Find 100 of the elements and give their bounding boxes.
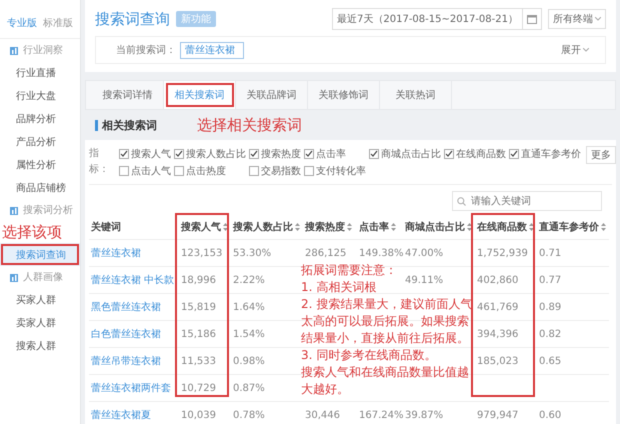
table-cell: 10,039: [179, 402, 231, 424]
sidebar-item[interactable]: 产品分析: [0, 130, 80, 153]
checkbox[interactable]: [369, 148, 379, 158]
column-header[interactable]: 搜索热度: [303, 215, 357, 240]
table-cell: 402,860: [475, 267, 537, 294]
sort-icon: [223, 223, 228, 231]
sidebar-item[interactable]: 行业大盘: [0, 84, 80, 107]
annotation-text: 选择相关搜索词: [197, 116, 302, 134]
annotation-line: 1. 高相关词根: [301, 279, 376, 296]
column-title: 在线商品数: [477, 220, 527, 234]
sort-icon: [529, 223, 534, 231]
table-cell: 0.65: [537, 348, 609, 375]
tab[interactable]: 关联修饰词: [308, 81, 380, 109]
keyword-link[interactable]: 白色蕾丝连衣裙: [89, 321, 179, 348]
query-label: 当前搜索词：: [116, 44, 176, 57]
keyword-link[interactable]: 蕾丝连衣裙: [89, 240, 179, 267]
table-cell: 0.78%: [231, 402, 303, 424]
checkbox[interactable]: [249, 166, 259, 176]
sidebar-item[interactable]: 搜索人群: [0, 334, 80, 357]
checkbox-label: 商城点击占比: [381, 148, 441, 160]
column-header[interactable]: 搜索人数占比: [231, 215, 303, 240]
table-cell: 0.60: [537, 402, 609, 424]
section-title: 搜索词分析: [23, 204, 73, 217]
chart-icon: [10, 272, 20, 282]
table-cell: 53.30%: [231, 240, 303, 267]
column-header[interactable]: 直通车参考价: [537, 215, 609, 240]
column-header[interactable]: 在线商品数: [475, 215, 537, 240]
checkbox[interactable]: [249, 148, 259, 158]
sidebar-item[interactable]: 品牌分析: [0, 107, 80, 130]
edition-tab[interactable]: 专业版: [7, 16, 37, 30]
keyword-link[interactable]: 蕾丝吊带连衣裙: [89, 348, 179, 375]
section-title: 相关搜索词: [95, 120, 157, 130]
chart-icon: [10, 206, 20, 214]
annotation-line: 结果量小，直接从前往后拓展。: [301, 330, 469, 347]
column-title: 商城点击占比: [405, 220, 465, 234]
date-range-text: 最近7天（2017-08-15~2017-08-21）: [336, 12, 519, 26]
sidebar-item[interactable]: 买家人群: [0, 288, 80, 311]
sort-icon: [347, 223, 352, 231]
date-range-picker[interactable]: 最近7天（2017-08-15~2017-08-21）: [332, 8, 542, 30]
tab[interactable]: 相关搜索词: [164, 81, 236, 109]
table-cell: 47.00%: [403, 240, 475, 267]
sort-icon: [295, 223, 300, 231]
checkbox[interactable]: [304, 148, 314, 158]
table-cell: 979,947: [475, 402, 537, 424]
table-cell: 394,396: [475, 321, 537, 348]
sort-icon: [601, 223, 606, 231]
more-button[interactable]: 更多: [586, 146, 616, 164]
section-title: 行业洞察: [23, 44, 63, 57]
table-cell: 1.64%: [231, 294, 303, 321]
column-header[interactable]: 商城点击占比: [403, 215, 475, 240]
keyword-link[interactable]: 蕾丝连衣裙 中长款: [89, 267, 179, 294]
sidebar-item[interactable]: 属性分析: [0, 153, 80, 176]
checkbox[interactable]: [119, 166, 129, 176]
checkbox-label: 搜索热度: [261, 148, 301, 160]
table-cell: 49.11%: [403, 267, 475, 294]
table-cell: 30,446: [303, 402, 357, 424]
page-title: 搜索词查询: [95, 10, 170, 28]
expand-button[interactable]: 展开: [555, 42, 595, 58]
checkbox-label: 点击人气: [131, 164, 171, 178]
sidebar-item[interactable]: 卖家人群: [0, 311, 80, 334]
checkbox[interactable]: [304, 166, 314, 176]
checkbox-label: 交易指数: [261, 164, 301, 178]
sidebar-item[interactable]: 行业直播: [0, 61, 80, 84]
table-cell: 0.82: [537, 321, 609, 348]
device-dropdown[interactable]: 所有终端: [548, 9, 606, 29]
caret-icon: [595, 17, 601, 21]
tab[interactable]: 关联品牌词: [236, 81, 308, 109]
table-cell: 0.87%: [231, 375, 303, 402]
checkbox[interactable]: [174, 166, 184, 176]
table-cell: 123,153: [179, 240, 231, 267]
checkbox[interactable]: [119, 148, 129, 158]
column-title: 点击率: [359, 220, 389, 234]
keyword-link[interactable]: 黑色蕾丝连衣裙: [89, 294, 179, 321]
table-cell: 18,996: [179, 267, 231, 294]
column-header[interactable]: 点击率: [357, 215, 403, 240]
checkbox-label: 支付转化率: [316, 164, 366, 178]
checkbox-label: 在线商品数: [456, 148, 506, 160]
query-field[interactable]: 蕾丝连衣裙: [180, 42, 244, 58]
keyword-link[interactable]: 蕾丝连衣裙两件套: [89, 375, 179, 402]
keyword-link[interactable]: 蕾丝连衣裙夏: [89, 402, 179, 424]
annotation-line: 搜索人气和在线商品数量比值越: [301, 364, 469, 381]
section-title: 人群画像: [23, 271, 63, 284]
checkbox[interactable]: [509, 148, 519, 158]
checkbox-label: 搜索人气: [131, 148, 171, 160]
annotation-line: 大越好。: [301, 381, 349, 398]
new-badge: 新功能: [176, 11, 216, 27]
checkbox-label: 点击热度: [186, 164, 226, 178]
search-field[interactable]: 请输入关键词: [452, 191, 602, 211]
annotation-line: 太高的可以最后拓展。如果搜索: [301, 313, 469, 330]
column-title: 搜索人数占比: [233, 220, 293, 234]
column-header[interactable]: 搜索人气: [179, 215, 231, 240]
sort-icon: [467, 223, 472, 231]
table-cell: 167.24%: [357, 402, 403, 424]
column-title: 关键词: [91, 220, 121, 234]
checkbox[interactable]: [444, 148, 454, 158]
sidebar-item[interactable]: 商品店铺榜: [0, 176, 80, 199]
checkbox[interactable]: [174, 148, 184, 158]
table-cell: 15,186: [179, 321, 231, 348]
table-cell: 0.89: [537, 294, 609, 321]
tab[interactable]: 关联热词: [380, 81, 452, 109]
